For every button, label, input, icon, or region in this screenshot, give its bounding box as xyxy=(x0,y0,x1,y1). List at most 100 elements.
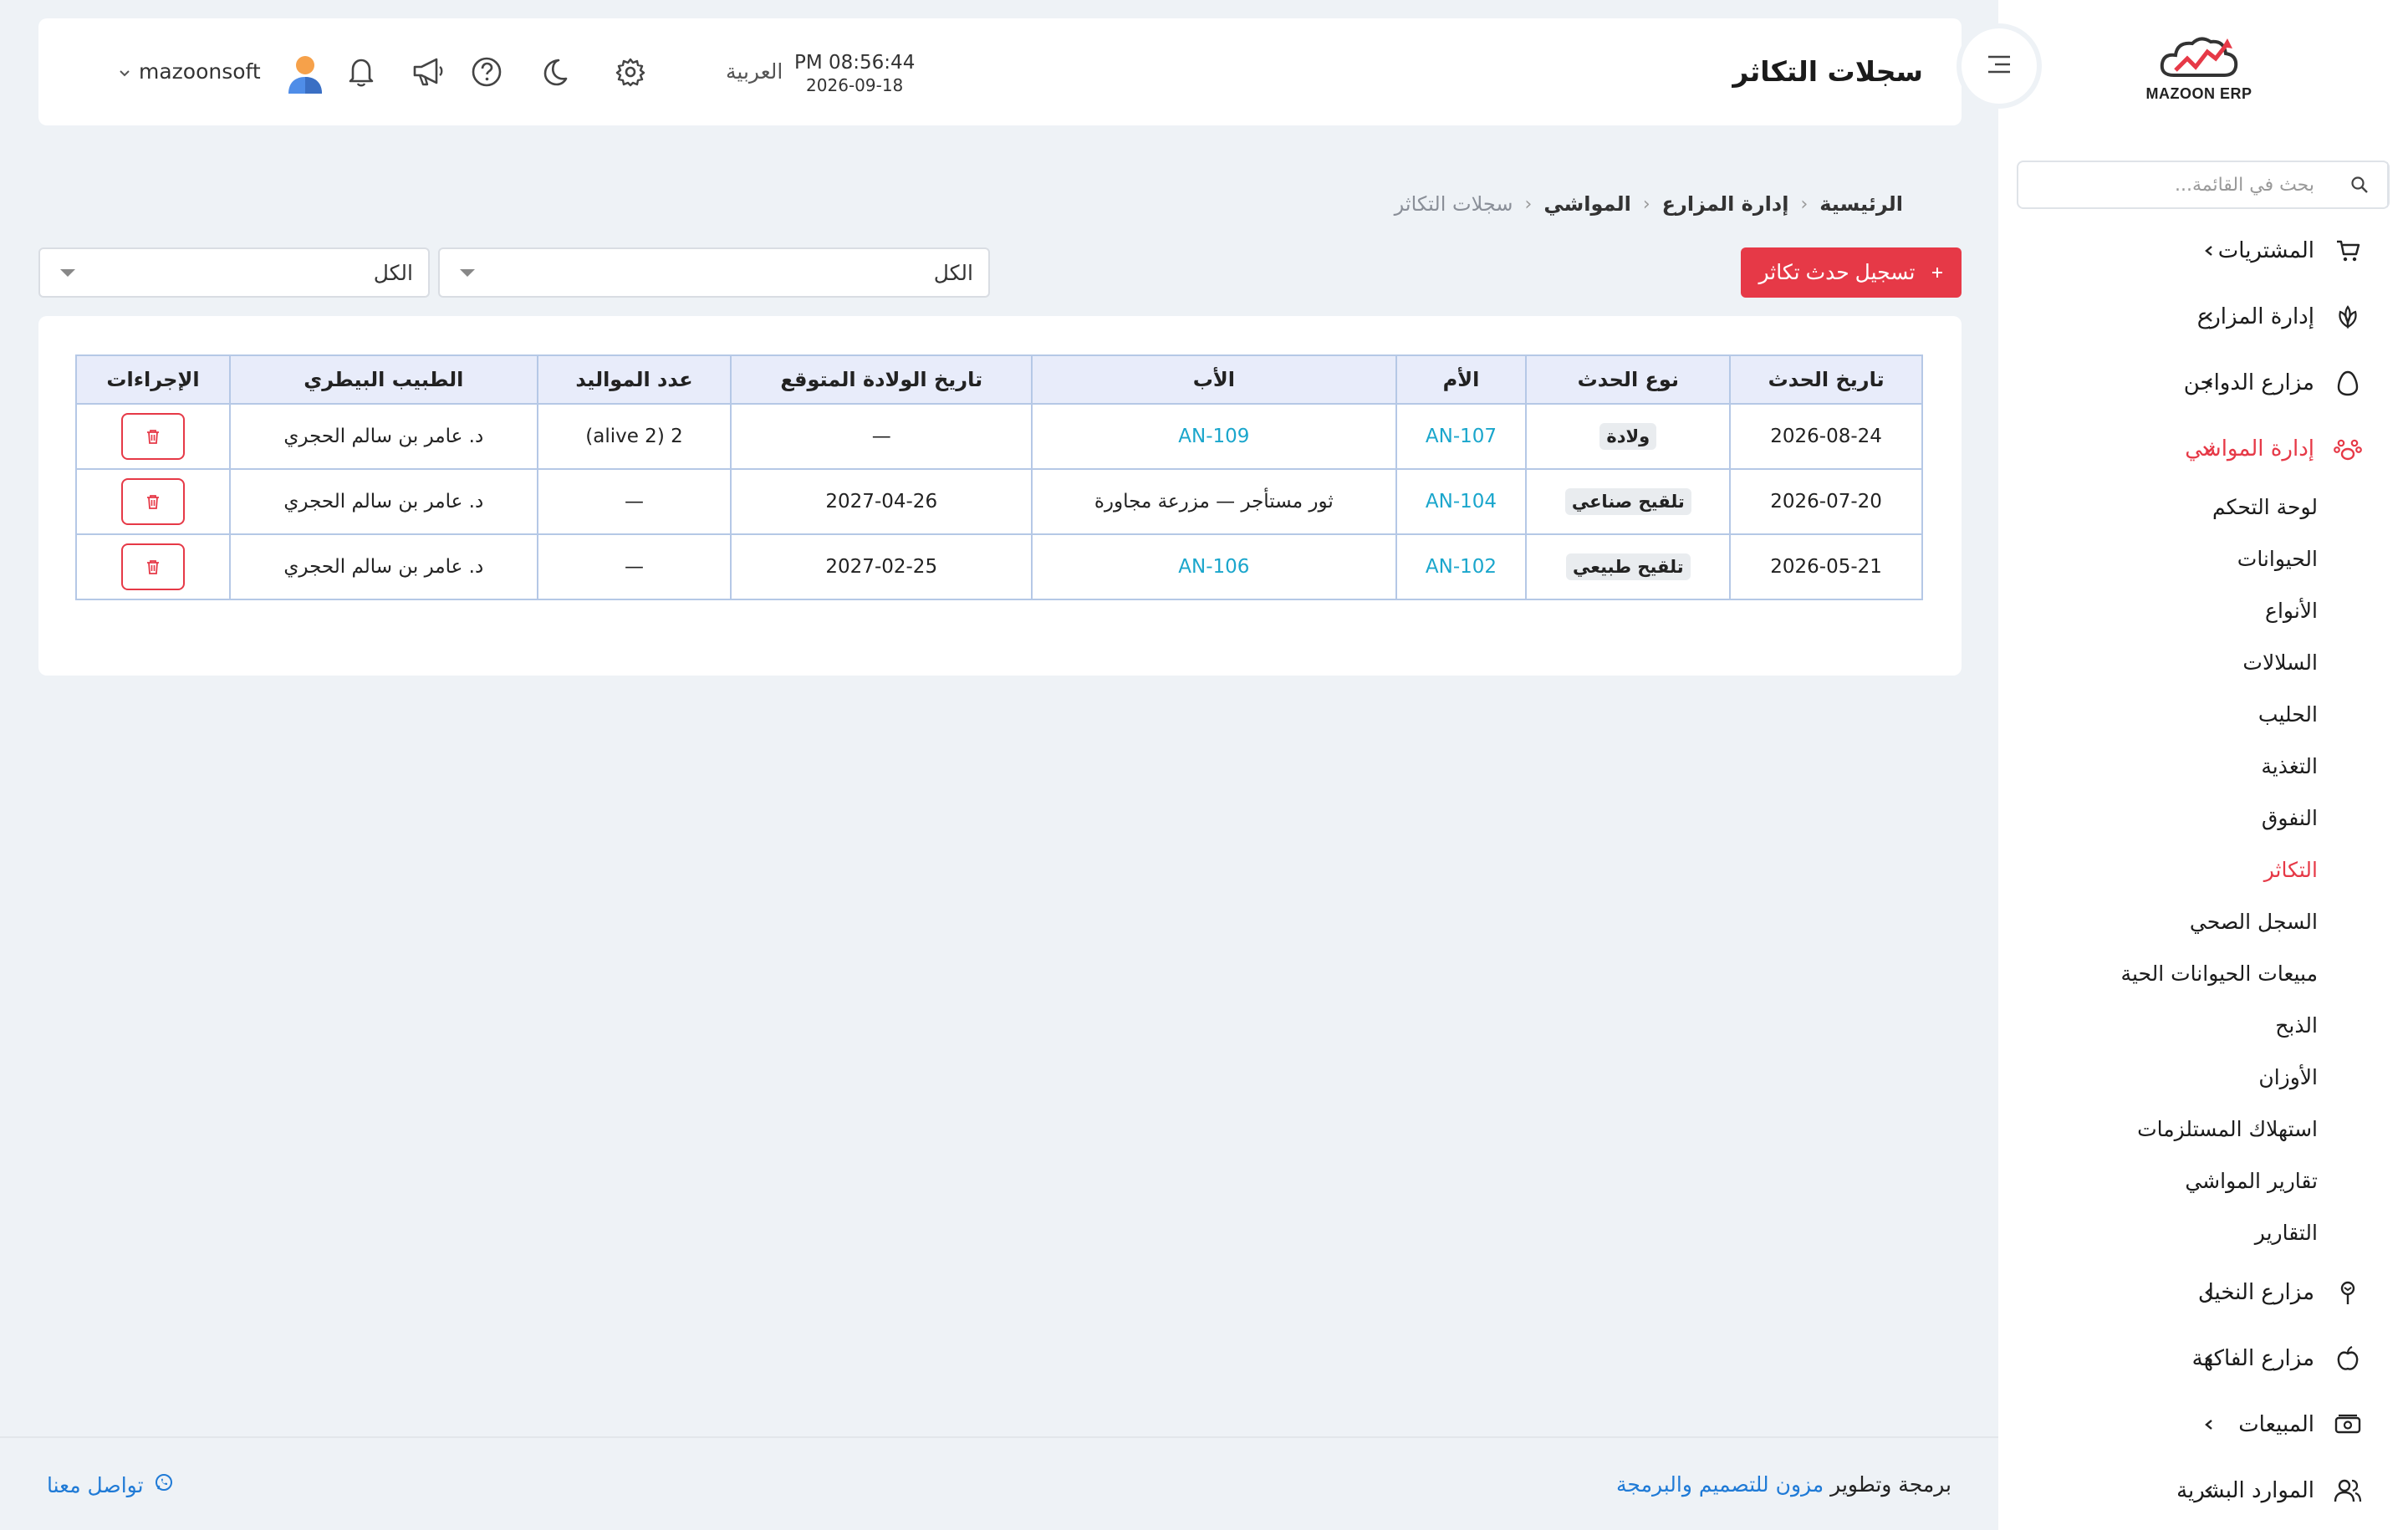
cell-event-date: 2026-05-21 xyxy=(1729,533,1923,600)
breadcrumb-farms[interactable]: إدارة المزارع xyxy=(1662,192,1789,216)
table-header-row: تاريخ الحدث نوع الحدث الأم الأب تاريخ ال… xyxy=(75,354,1923,405)
chevron-left-icon xyxy=(2199,373,2219,393)
chevron-down-icon xyxy=(2199,439,2219,459)
logo[interactable]: MAZOON ERP xyxy=(2140,33,2258,117)
sidebar: MAZOON ERP المشتريات إدارة المزارع مزا xyxy=(1998,0,2408,1530)
submenu-item-reports[interactable]: التقارير xyxy=(1998,1207,2408,1259)
megaphone-icon[interactable] xyxy=(411,55,445,89)
bell-icon[interactable] xyxy=(344,55,378,89)
cash-icon xyxy=(2331,1408,2365,1441)
submenu-item-dashboard[interactable]: لوحة التحكم xyxy=(1998,482,2408,533)
breadcrumb-home[interactable]: الرئيسية xyxy=(1819,192,1903,216)
submenu-item-livestock-reports[interactable]: تقارير المواشي xyxy=(1998,1155,2408,1207)
chevron-left-icon: ‹ xyxy=(1524,193,1533,215)
submenu-item-animals[interactable]: الحيوانات xyxy=(1998,533,2408,585)
cell-expected-birth: — xyxy=(730,403,1033,470)
sidebar-item-poultry[interactable]: مزارع الدواجن xyxy=(1998,349,2408,416)
submenu-item-feeding[interactable]: التغذية xyxy=(1998,741,2408,793)
column-header-births[interactable]: عدد المواليد xyxy=(536,354,732,405)
clock-time: PM 08:56:44 xyxy=(794,52,916,74)
sidebar-item-sales[interactable]: المبيعات xyxy=(1998,1391,2408,1457)
breadcrumb-current: سجلات التكاثر xyxy=(1394,192,1513,216)
trash-icon xyxy=(146,495,159,509)
sidebar-item-fruit-farms[interactable]: مزارع الفاكهة xyxy=(1998,1325,2408,1391)
cell-actions xyxy=(75,403,231,470)
column-header-father[interactable]: الأب xyxy=(1031,354,1397,405)
avatar[interactable] xyxy=(286,54,324,95)
cell-mother-link[interactable]: AN-104 xyxy=(1395,468,1528,535)
sidebar-item-livestock[interactable]: إدارة المواشي xyxy=(1998,416,2408,482)
sidebar-item-purchases[interactable]: المشتريات xyxy=(1998,217,2408,283)
cell-vet: د. عامر بن سالم الحجري xyxy=(228,403,538,470)
breadcrumb-livestock[interactable]: المواشي xyxy=(1543,192,1630,216)
sidebar-item-farms[interactable]: إدارة المزارع xyxy=(1998,283,2408,349)
breeding-records-table: تاريخ الحدث نوع الحدث الأم الأب تاريخ ال… xyxy=(75,354,1923,600)
language-switch[interactable]: العربية xyxy=(726,18,783,125)
livestock-submenu: لوحة التحكم الحيوانات الأنواع السلالات ا… xyxy=(1998,482,2408,1259)
caret-down-icon xyxy=(60,268,75,277)
chevron-left-icon xyxy=(2199,1481,2219,1501)
cell-mother-link[interactable]: AN-102 xyxy=(1395,533,1528,600)
breeding-records-card: تاريخ الحدث نوع الحدث الأم الأب تاريخ ال… xyxy=(38,316,1962,676)
cart-icon xyxy=(2331,234,2365,268)
trash-icon xyxy=(146,560,159,574)
cell-vet: د. عامر بن سالم الحجري xyxy=(228,468,538,535)
delete-button[interactable] xyxy=(120,478,185,525)
chevron-left-icon xyxy=(2199,1415,2219,1435)
submenu-item-breeds[interactable]: السلالات xyxy=(1998,637,2408,689)
sidebar-item-palm-farms[interactable]: مزارع النخيل xyxy=(1998,1259,2408,1325)
sidebar-menu: المشتريات إدارة المزارع مزارع الدواجن إد… xyxy=(1998,217,2408,1523)
column-header-expected-birth[interactable]: تاريخ الولادة المتوقع xyxy=(730,354,1033,405)
moon-icon[interactable] xyxy=(537,55,570,89)
filter-value: الكل xyxy=(933,260,973,285)
submenu-item-live-sales[interactable]: مبيعات الحيوانات الحية xyxy=(1998,948,2408,1000)
cell-births: 2 (alive 2) xyxy=(536,403,732,470)
cell-event-date: 2026-07-20 xyxy=(1729,468,1923,535)
logo-text: MAZOON ERP xyxy=(2145,85,2252,102)
add-breeding-event-button[interactable]: تسجيل حدث تكاثر xyxy=(1741,247,1962,298)
cell-father-link[interactable]: AN-109 xyxy=(1031,403,1397,470)
cell-births: — xyxy=(536,468,732,535)
search-icon[interactable] xyxy=(2331,162,2388,207)
whatsapp-icon xyxy=(154,1472,174,1497)
menu-toggle-button[interactable] xyxy=(1962,28,2037,104)
submenu-item-slaughter[interactable]: الذبح xyxy=(1998,1000,2408,1052)
contact-us-link[interactable]: تواصل معنا xyxy=(47,1438,174,1530)
user-menu[interactable]: mazoonsoft xyxy=(119,18,261,125)
submenu-item-supplies[interactable]: استهلاك المستلزمات xyxy=(1998,1104,2408,1155)
breadcrumb: الرئيسية ‹ إدارة المزارع ‹ المواشي ‹ سجل… xyxy=(1395,192,1903,216)
submenu-item-milk[interactable]: الحليب xyxy=(1998,689,2408,741)
submenu-item-breeding[interactable]: التكاثر xyxy=(1998,844,2408,896)
submenu-item-species[interactable]: الأنواع xyxy=(1998,585,2408,637)
delete-button[interactable] xyxy=(120,413,185,460)
column-header-vet[interactable]: الطبيب البيطري xyxy=(228,354,538,405)
sidebar-search-input[interactable] xyxy=(2018,174,2331,196)
logo-cloud-icon xyxy=(2160,37,2238,77)
column-header-event-date[interactable]: تاريخ الحدث xyxy=(1729,354,1923,405)
cell-event-date: 2026-08-24 xyxy=(1729,403,1923,470)
column-header-actions: الإجراءات xyxy=(75,354,231,405)
submenu-item-mortality[interactable]: النفوق xyxy=(1998,793,2408,844)
chevron-left-icon xyxy=(2199,241,2219,261)
event-type-badge: ولادة xyxy=(1599,423,1657,450)
footer-company-link[interactable]: مزون للتصميم والبرمجة xyxy=(1616,1472,1824,1497)
cell-mother-link[interactable]: AN-107 xyxy=(1395,403,1528,470)
users-icon xyxy=(2331,1474,2365,1507)
plus-icon xyxy=(1931,261,1944,285)
event-type-filter[interactable]: الكل xyxy=(438,247,990,298)
help-icon[interactable] xyxy=(470,55,503,89)
sidebar-item-hr[interactable]: الموارد البشرية xyxy=(1998,1457,2408,1523)
submenu-item-weights[interactable]: الأوزان xyxy=(1998,1052,2408,1104)
submenu-item-health-record[interactable]: السجل الصحي xyxy=(1998,896,2408,948)
palm-icon xyxy=(2331,1276,2365,1309)
settings-icon[interactable] xyxy=(614,55,647,89)
column-header-event-type[interactable]: نوع الحدث xyxy=(1525,354,1732,405)
event-type-badge: تلقيح صناعي xyxy=(1564,488,1691,515)
trash-icon xyxy=(146,430,159,444)
cell-actions xyxy=(75,468,231,535)
cell-father-link[interactable]: AN-106 xyxy=(1031,533,1397,600)
delete-button[interactable] xyxy=(120,543,185,590)
column-header-mother[interactable]: الأم xyxy=(1395,354,1528,405)
egg-icon xyxy=(2331,366,2365,400)
animal-filter[interactable]: الكل xyxy=(38,247,430,298)
